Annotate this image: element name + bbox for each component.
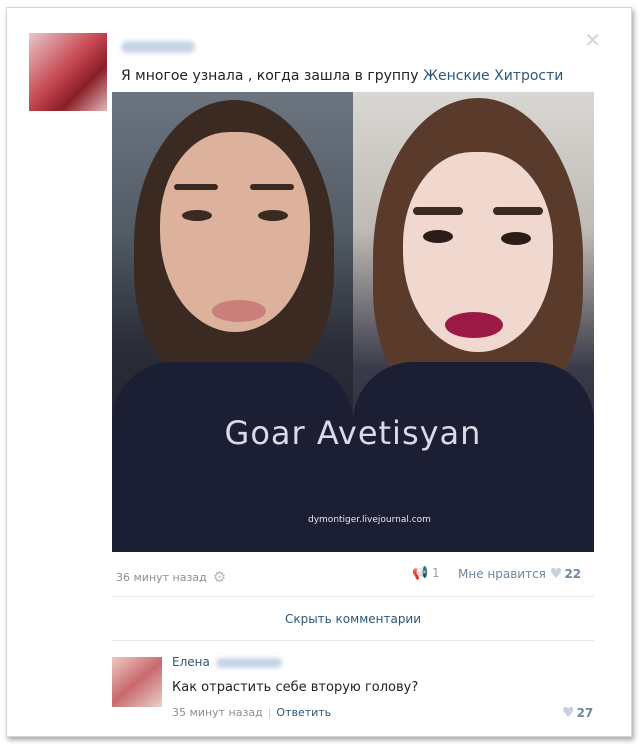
comment-meta: 35 минут назад | Ответить [172, 706, 331, 719]
post-meta: 36 минут назад ⚙ [116, 568, 226, 586]
group-link[interactable]: Женские Хитрости [423, 68, 563, 84]
divider [112, 596, 594, 597]
like-count: 22 [564, 567, 582, 581]
separator: | [267, 706, 272, 719]
comment-text: Как отрастить себе вторую голову? [172, 680, 419, 695]
author-name-blurred[interactable] [121, 41, 195, 53]
image-credit: dymontiger.livejournal.com [308, 515, 431, 525]
post-text: Я многое узнала , когда зашла в группу Ж… [121, 68, 563, 84]
comment-like-button[interactable]: ♥ 27 [558, 705, 593, 721]
post-text-body: Я многое узнала , когда зашла в группу [121, 68, 423, 84]
post-like-button[interactable]: Мне нравится ♥ 22 [458, 566, 581, 582]
heart-icon: ♥ [549, 566, 563, 582]
like-label: Мне нравится [458, 567, 546, 581]
after-photo [353, 92, 594, 552]
comment-time[interactable]: 35 минут назад [172, 706, 263, 719]
reply-link[interactable]: Ответить [276, 706, 331, 719]
post-time[interactable]: 36 минут назад [116, 571, 207, 584]
gear-icon[interactable]: ⚙ [213, 568, 226, 586]
commenter-name[interactable]: Елена [172, 655, 282, 669]
image-watermark: Goar Avetisyan [224, 414, 482, 452]
hide-comments-link[interactable]: Скрыть комментарии [112, 612, 594, 626]
megaphone-icon: 📢 [412, 566, 429, 581]
comment-like-count: 27 [576, 706, 594, 720]
share-button[interactable]: 📢 1 [412, 566, 440, 581]
commenter-surname-blurred [215, 657, 282, 668]
commenter-first-name[interactable]: Елена [172, 655, 210, 669]
before-photo [112, 92, 353, 552]
share-count: 1 [432, 566, 440, 580]
commenter-avatar[interactable] [112, 657, 162, 707]
post-image[interactable]: Goar Avetisyan dymontiger.livejournal.co… [112, 92, 594, 552]
heart-icon: ♥ [562, 705, 575, 721]
divider [112, 640, 594, 641]
author-avatar[interactable] [29, 33, 107, 111]
close-icon[interactable]: ✕ [584, 30, 601, 50]
